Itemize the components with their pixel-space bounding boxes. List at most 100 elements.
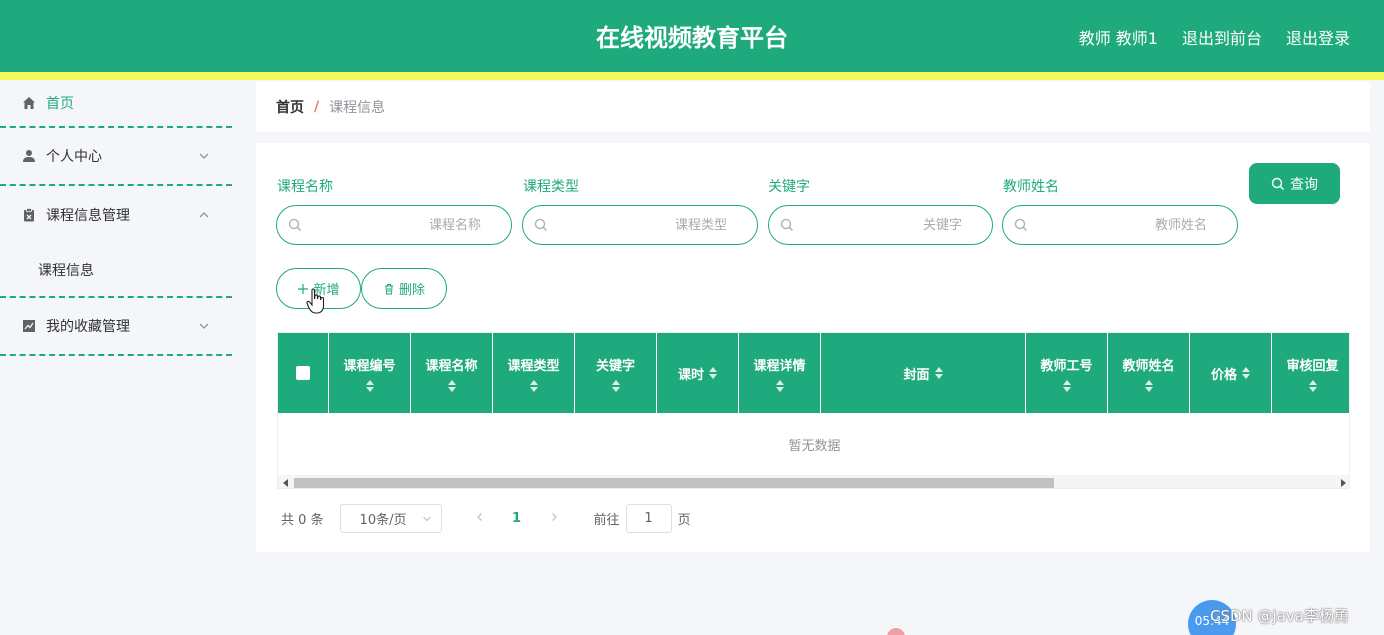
column-header[interactable]: 课程类型	[493, 333, 575, 413]
query-button[interactable]: 查询	[1249, 163, 1340, 204]
sidebar-item-label: 课程信息管理	[46, 208, 130, 224]
column-header[interactable]: 课程详情	[739, 333, 821, 413]
page-size-value: 10条/页	[359, 512, 407, 528]
scrollbar-thumb[interactable]	[294, 478, 1054, 488]
sidebar-item-home[interactable]: 首页	[0, 80, 232, 128]
column-header[interactable]: 教师工号	[1026, 333, 1108, 413]
horizontal-scrollbar[interactable]	[278, 475, 1349, 488]
hand-cursor-icon	[306, 288, 325, 314]
sort-icon[interactable]	[1242, 367, 1250, 379]
breadcrumb-home[interactable]: 首页	[276, 97, 304, 117]
chevron-down-icon	[199, 153, 209, 159]
sidebar-item-label: 我的收藏管理	[46, 319, 130, 335]
keyword-search[interactable]	[768, 205, 993, 245]
course-name-label: 课程名称	[277, 179, 333, 195]
sidebar-subitem-course-info[interactable]: 课程信息	[0, 244, 232, 296]
goto-suffix: 页	[677, 512, 691, 528]
goto-prefix: 前往	[593, 512, 620, 528]
sort-icon[interactable]	[447, 379, 456, 392]
column-title: 课程详情	[753, 358, 806, 374]
sidebar-item-label: 个人中心	[46, 149, 102, 165]
chart-icon	[22, 319, 36, 333]
column-title: 价格	[1210, 367, 1237, 383]
table-header: 课程编号 课程名称 课程类型 关键字 课时 课程详情 封面 教师工号 教师姓名 …	[278, 333, 1349, 413]
search-icon	[780, 218, 793, 231]
column-title: 审核回复	[1286, 358, 1339, 374]
teacher-name-search[interactable]	[1002, 205, 1238, 245]
logout-link[interactable]: 退出登录	[1286, 25, 1350, 49]
sidebar-item-course-management[interactable]: 课程信息管理	[0, 186, 232, 244]
column-header[interactable]: 课程名称	[411, 333, 493, 413]
sort-icon[interactable]	[1062, 379, 1071, 392]
column-header[interactable]: 关键字	[575, 333, 657, 413]
sort-icon[interactable]	[611, 379, 620, 392]
search-icon	[534, 218, 547, 231]
sort-icon[interactable]	[775, 379, 784, 392]
chevron-left-icon	[476, 512, 482, 521]
back-to-front-link[interactable]: 退出到前台	[1182, 25, 1262, 49]
course-name-search[interactable]	[276, 205, 512, 245]
prev-page-button[interactable]	[468, 511, 492, 526]
column-header[interactable]: 教师姓名	[1108, 333, 1190, 413]
total-count: 共 0 条	[281, 512, 324, 528]
keyword-label: 关键字	[768, 179, 810, 195]
column-header[interactable]: 审核回复	[1272, 333, 1349, 413]
watermark: CSDN @java李杨勇	[1210, 607, 1349, 625]
scroll-right-icon[interactable]	[1341, 479, 1346, 487]
page-jumper: 前往 页	[593, 503, 691, 533]
scroll-left-icon[interactable]	[283, 479, 288, 487]
query-button-label: 查询	[1290, 176, 1318, 193]
delete-button-label: 删除	[398, 283, 425, 298]
delete-button[interactable]: 删除	[361, 268, 447, 309]
header-accent-stripe	[0, 72, 1384, 80]
breadcrumb-separator: /	[314, 99, 320, 115]
sort-icon[interactable]	[709, 367, 717, 379]
sort-icon[interactable]	[1144, 379, 1153, 392]
next-page-button[interactable]	[542, 511, 566, 526]
course-type-search[interactable]	[522, 205, 758, 245]
clipboard-icon	[22, 208, 36, 222]
sort-icon[interactable]	[529, 379, 538, 392]
select-all-cell	[278, 333, 329, 413]
course-table: 课程编号 课程名称 课程类型 关键字 课时 课程详情 封面 教师工号 教师姓名 …	[277, 332, 1350, 489]
column-header[interactable]: 课程编号	[329, 333, 411, 413]
page-number[interactable]: 1	[502, 511, 532, 526]
column-title: 教师姓名	[1122, 358, 1175, 374]
search-icon	[1271, 177, 1284, 190]
teacher-name-input[interactable]	[1037, 214, 1207, 236]
current-user-label: 教师 教师1	[1078, 29, 1158, 48]
goto-page-input[interactable]	[625, 503, 672, 533]
column-title: 封面	[903, 367, 930, 383]
column-title: 关键字	[595, 358, 635, 374]
chevron-down-icon	[422, 516, 431, 521]
sidebar-item-label: 首页	[46, 96, 74, 112]
sidebar: 首页 个人中心 课程信息管理 课程信息 我的收藏管理	[0, 80, 232, 635]
chevron-right-icon	[551, 512, 557, 521]
chevron-down-icon	[199, 323, 209, 329]
sort-icon[interactable]	[1308, 379, 1317, 392]
top-header: 在线视频教育平台 教师 教师1 退出到前台 退出登录	[0, 0, 1384, 72]
trash-icon	[384, 283, 393, 294]
course-type-input[interactable]	[557, 214, 727, 236]
sidebar-item-profile[interactable]: 个人中心	[0, 128, 232, 186]
user-icon	[22, 149, 36, 163]
keyword-input[interactable]	[803, 214, 962, 236]
teacher-name-label: 教师姓名	[1003, 179, 1059, 195]
home-icon	[22, 96, 36, 110]
chevron-up-icon	[199, 212, 209, 218]
column-header[interactable]: 课时	[657, 333, 739, 413]
column-title: 课时	[677, 367, 704, 383]
column-header[interactable]: 封面	[821, 333, 1026, 413]
sort-icon[interactable]	[934, 367, 943, 379]
course-name-input[interactable]	[311, 214, 481, 236]
column-title: 课程编号	[343, 358, 396, 374]
page-size-select[interactable]: 10条/页	[339, 503, 442, 533]
column-header[interactable]: 价格	[1190, 333, 1272, 413]
empty-state: 暂无数据	[788, 438, 841, 454]
sidebar-item-favorites-management[interactable]: 我的收藏管理	[0, 298, 232, 356]
course-list-panel: 课程名称 课程类型 关键字 教师姓名 查询 新增 删除	[256, 143, 1370, 552]
search-icon	[1014, 218, 1027, 231]
sort-icon[interactable]	[365, 379, 374, 392]
select-all-checkbox[interactable]	[296, 366, 310, 380]
course-type-label: 课程类型	[523, 179, 579, 195]
